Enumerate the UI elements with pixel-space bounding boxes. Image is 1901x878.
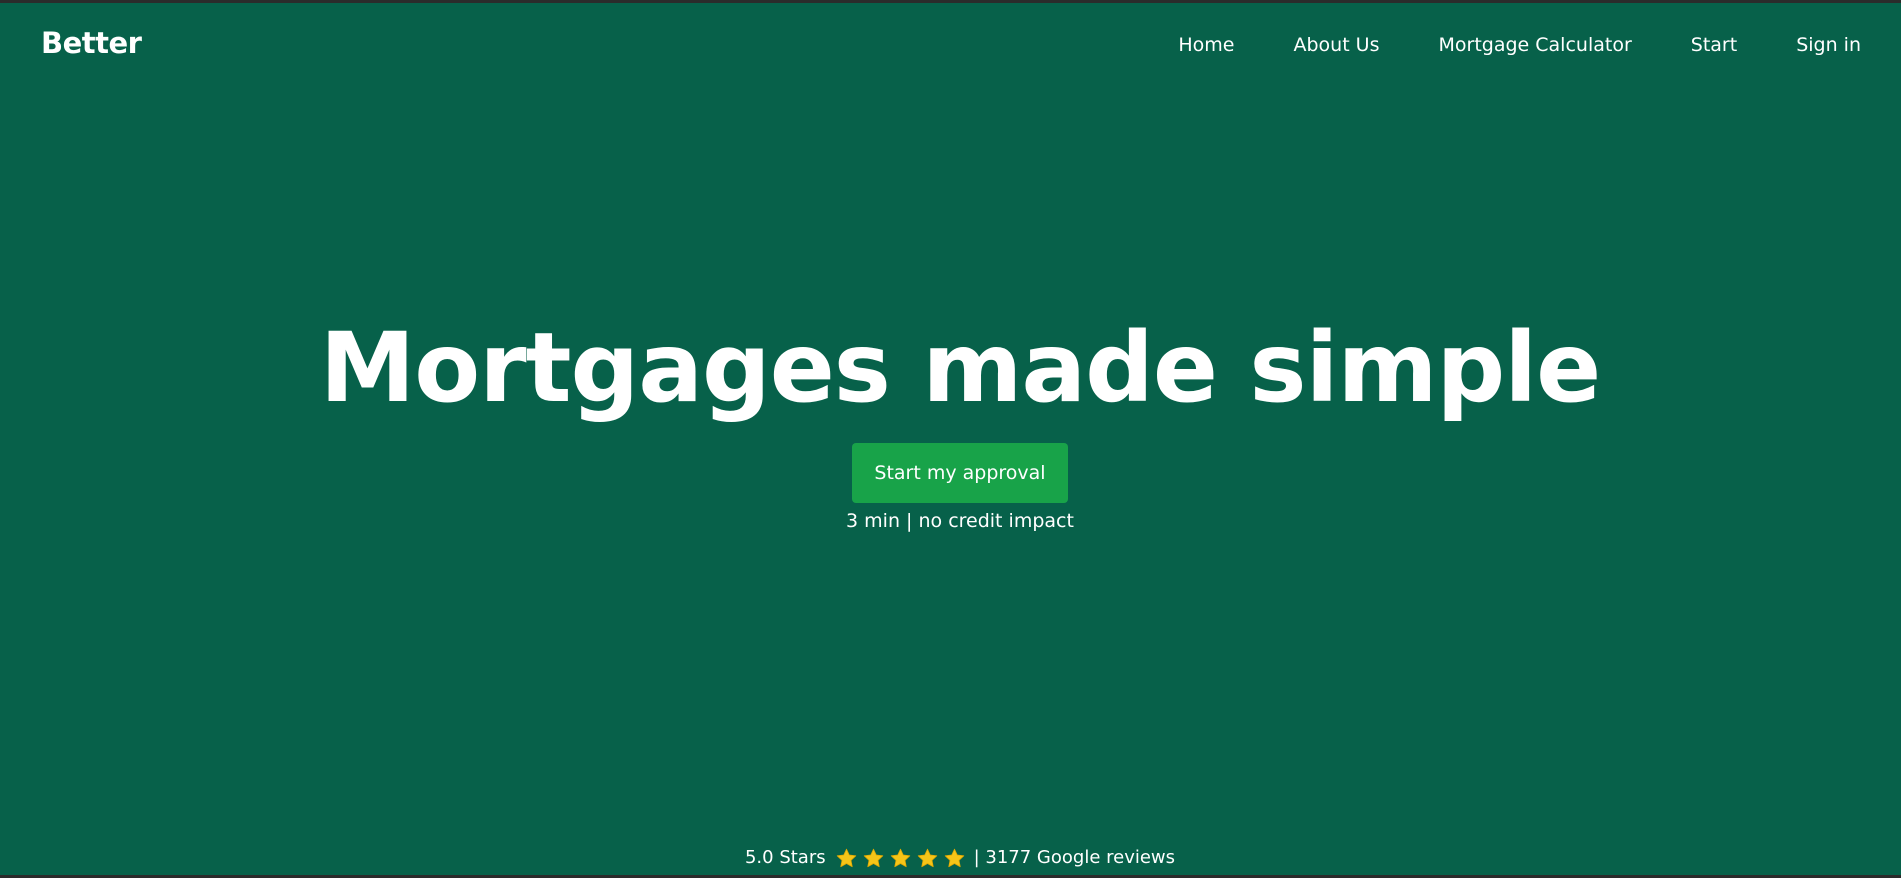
star-icon <box>862 847 885 870</box>
google-reviews-count: | 3177 Google reviews <box>973 847 1176 868</box>
star-icon <box>835 847 858 870</box>
page: Better Home About Us Mortgage Calculator… <box>0 3 1901 875</box>
hero-headline: Mortgages made simple <box>319 312 1601 424</box>
rating-text: 5.0 Stars <box>744 847 826 868</box>
star-icon <box>916 847 939 870</box>
approval-subnote: 3 min | no credit impact <box>846 510 1074 532</box>
star-rating <box>835 847 966 870</box>
hero-section: Mortgages made simple Start my approval … <box>0 3 1901 875</box>
star-icon <box>889 847 912 870</box>
reviews-bar: 5.0 Stars | 3177 Google reviews <box>0 846 1901 870</box>
start-approval-button[interactable]: Start my approval <box>852 443 1068 503</box>
star-icon <box>943 847 966 870</box>
